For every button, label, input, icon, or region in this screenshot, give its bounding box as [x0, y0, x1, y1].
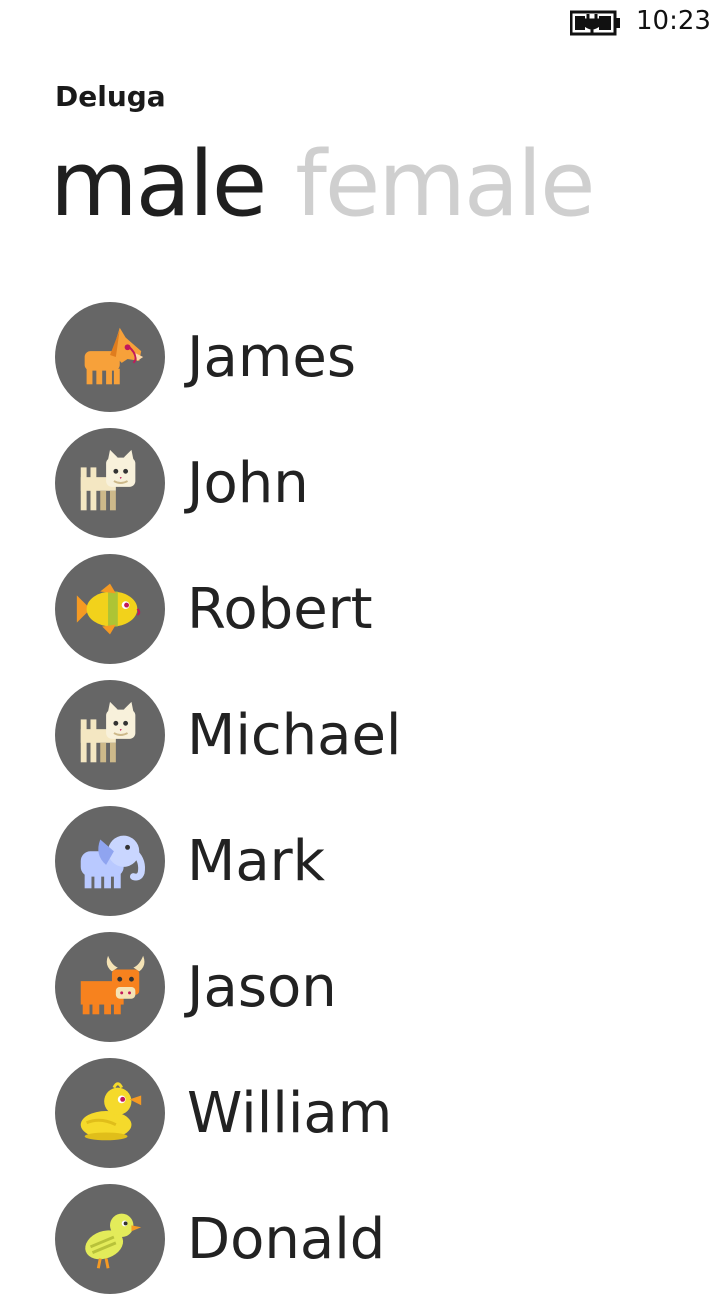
list-item-name: Jason — [187, 954, 337, 1020]
status-bar: 10:23 — [0, 0, 720, 48]
status-clock: 10:23 — [636, 6, 711, 36]
pivot-tab-female[interactable]: female — [295, 130, 595, 240]
list-item-name: Mark — [187, 828, 326, 894]
cat-icon — [80, 701, 136, 763]
avatar — [55, 680, 165, 790]
pivot-tab-male[interactable]: male — [50, 130, 267, 240]
list-item-john[interactable]: John — [55, 428, 695, 538]
list-item-name: Michael — [187, 702, 402, 768]
list-item-mark[interactable]: Mark — [55, 806, 695, 916]
list-item-jason[interactable]: Jason — [55, 932, 695, 1042]
list-item-james[interactable]: James — [55, 302, 695, 412]
elephant-icon — [80, 835, 145, 889]
list-item-name: James — [187, 324, 357, 390]
list-item-name: John — [187, 450, 309, 516]
list-item-name: Robert — [187, 576, 373, 642]
list-item-name: William — [187, 1080, 393, 1146]
list-item-william[interactable]: William — [55, 1058, 695, 1168]
horse-icon — [84, 327, 144, 385]
avatar — [55, 1058, 165, 1168]
cow-icon — [80, 955, 145, 1015]
avatar — [55, 1184, 165, 1294]
app-title: Deluga — [55, 80, 166, 113]
avatar — [55, 806, 165, 916]
avatar — [55, 428, 165, 538]
avatar — [55, 932, 165, 1042]
name-list: James John Robert Michael Mark Jason Wil… — [55, 302, 695, 1310]
duck-icon — [80, 1082, 142, 1141]
avatar — [55, 554, 165, 664]
list-item-donald[interactable]: Donald — [55, 1184, 695, 1294]
list-item-robert[interactable]: Robert — [55, 554, 695, 664]
chick-icon — [85, 1213, 142, 1269]
list-item-name: Donald — [187, 1206, 386, 1272]
pivot-header: male female — [50, 130, 623, 240]
fish-icon — [76, 583, 141, 635]
battery-charging-icon — [570, 10, 620, 36]
list-item-michael[interactable]: Michael — [55, 680, 695, 790]
avatar — [55, 302, 165, 412]
cat-icon — [80, 449, 136, 511]
